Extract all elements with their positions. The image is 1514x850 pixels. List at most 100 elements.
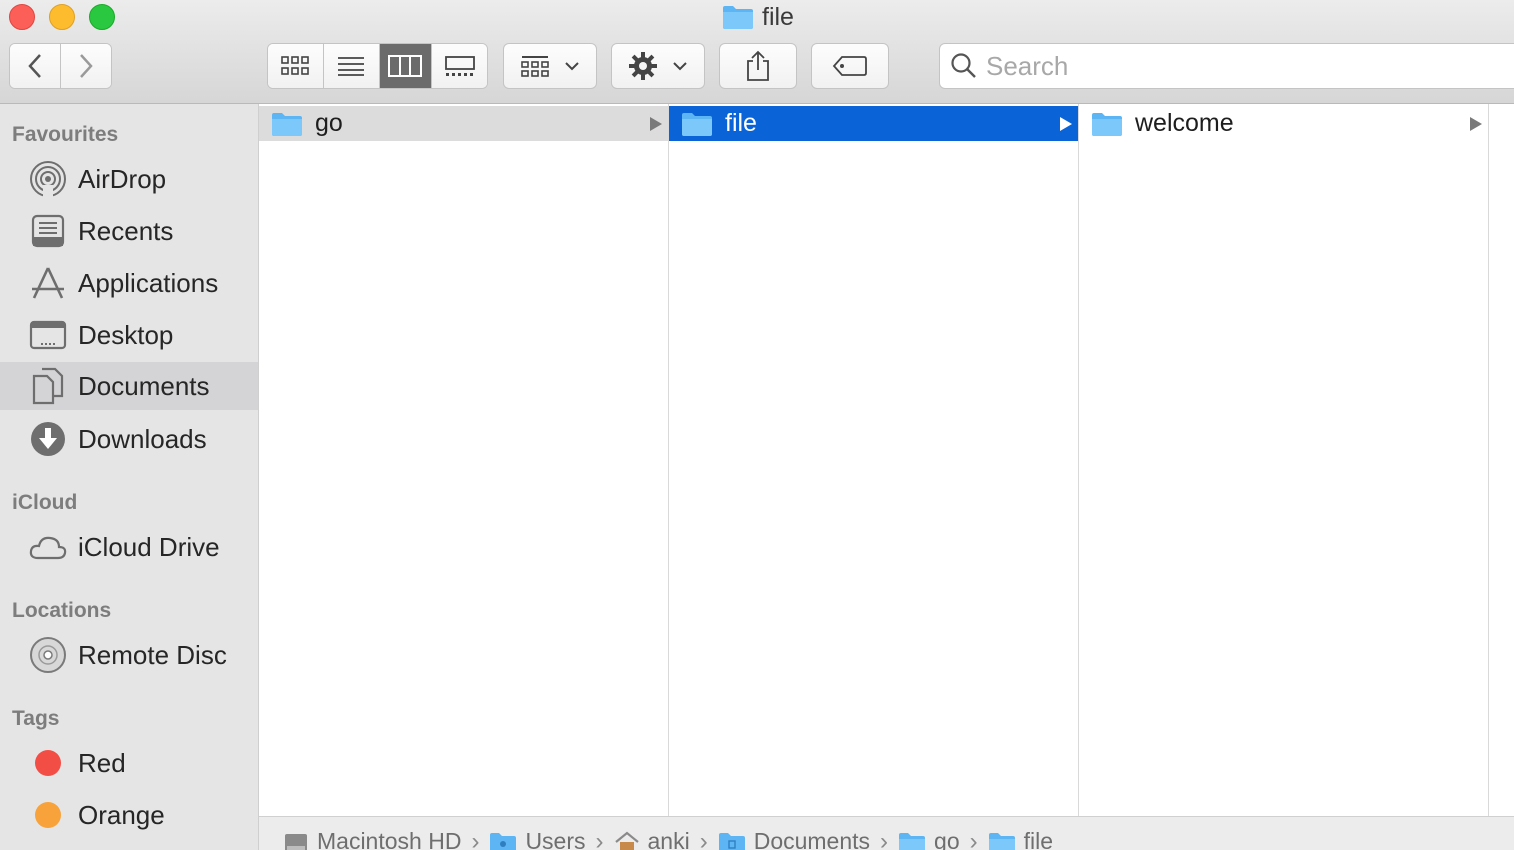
column-view-button[interactable] (379, 44, 433, 88)
path-segment-label: file (1023, 828, 1054, 850)
disc-icon (27, 634, 69, 676)
window-title-text: file (762, 2, 794, 31)
share-button[interactable] (719, 43, 797, 89)
folder-icon (272, 112, 302, 136)
action-menu-button[interactable] (611, 43, 705, 89)
path-segment-users[interactable]: Users (489, 817, 586, 850)
back-button[interactable] (10, 44, 61, 88)
recents-icon (27, 210, 69, 252)
sidebar-heading-locations: Locations (12, 599, 112, 622)
path-segment-label: Users (525, 828, 586, 850)
sidebar-item-applications[interactable]: Applications (0, 259, 258, 307)
browser-column-3: welcome (1079, 104, 1489, 816)
disclosure-arrow-icon (1060, 117, 1072, 131)
folder-row-go[interactable]: go (259, 106, 668, 141)
path-separator-icon: › (699, 827, 708, 850)
search-icon (951, 53, 976, 78)
path-segment-label: Documents (753, 828, 871, 850)
close-window-button[interactable] (9, 4, 35, 30)
sidebar-item-label: Orange (78, 799, 165, 830)
view-switcher (267, 43, 488, 89)
folder-row-file[interactable]: file (669, 106, 1078, 141)
chevron-down-icon (673, 62, 687, 71)
list-view-icon (338, 57, 365, 76)
path-segment-go[interactable]: go (898, 817, 960, 850)
desktop-icon (27, 314, 69, 356)
sidebar-item-label: Documents (78, 370, 210, 401)
tag-color-dot-icon (27, 742, 69, 784)
column-view-icon (388, 55, 423, 77)
documents-icon (27, 365, 69, 407)
path-segment-label: go (934, 828, 960, 850)
gallery-view-icon (444, 56, 475, 76)
sidebar-item-label: Downloads (78, 423, 207, 454)
search-input[interactable] (986, 50, 1486, 82)
browser-column-empty (1489, 104, 1514, 816)
share-icon (747, 50, 769, 81)
folder-icon (988, 832, 1015, 850)
list-view-button[interactable] (323, 44, 380, 88)
window-toolbar: file (0, 0, 1514, 104)
downloads-icon (27, 418, 69, 460)
home-icon (614, 831, 639, 850)
search-field[interactable] (939, 43, 1514, 89)
sidebar-item-documents[interactable]: Documents (0, 362, 258, 410)
browser-column-2: file (669, 104, 1079, 816)
folder-name: file (725, 109, 757, 137)
path-separator-icon: › (471, 827, 480, 850)
zoom-window-button[interactable] (89, 4, 115, 30)
sidebar-item-downloads[interactable]: Downloads (0, 415, 258, 463)
sidebar-item-desktop[interactable]: Desktop (0, 311, 258, 359)
window-title: file (722, 2, 794, 32)
folder-icon (1092, 112, 1122, 136)
sidebar-item-icloud-drive[interactable]: iCloud Drive (0, 523, 258, 571)
disclosure-arrow-icon (650, 117, 662, 131)
sidebar-item-label: Red (78, 747, 126, 778)
back-forward-control (9, 43, 112, 89)
group-by-button[interactable] (503, 43, 597, 89)
path-separator-icon: › (880, 827, 889, 850)
cloud-icon (27, 526, 69, 568)
tag-icon (832, 56, 867, 76)
folder-row-welcome[interactable]: welcome (1079, 106, 1488, 141)
sidebar-item-tag-red[interactable]: Red (0, 739, 258, 787)
sidebar-item-remote-disc[interactable]: Remote Disc (0, 631, 258, 679)
browser-column-1: go (259, 104, 669, 816)
chevron-down-icon (565, 62, 579, 71)
path-segment-label: Macintosh HD (317, 828, 462, 850)
folder-name: go (315, 109, 343, 137)
sidebar-item-label: Recents (78, 215, 174, 246)
forward-button[interactable] (60, 44, 111, 88)
icon-view-button[interactable] (268, 44, 324, 88)
path-segment-macintosh-hd[interactable]: Macintosh HD (283, 817, 462, 850)
chevron-left-icon (28, 54, 41, 78)
group-icon (521, 56, 549, 77)
hard-drive-icon (285, 833, 307, 850)
minimize-window-button[interactable] (49, 4, 75, 30)
folder-icon (682, 112, 712, 136)
disclosure-arrow-icon (1470, 117, 1482, 131)
sidebar-item-tag-orange[interactable]: Orange (0, 791, 258, 839)
sidebar-heading-tags: Tags (12, 707, 60, 730)
path-segment-anki[interactable]: anki (614, 817, 690, 850)
icon-view-icon (281, 56, 310, 75)
sidebar-item-label: iCloud Drive (78, 531, 220, 562)
users-folder-icon (490, 832, 517, 850)
sidebar-heading-icloud: iCloud (12, 491, 78, 514)
gear-icon (629, 52, 657, 80)
sidebar: Favourites AirDrop Recents Applications … (0, 104, 259, 850)
edit-tags-button[interactable] (811, 43, 889, 89)
path-segment-documents[interactable]: Documents (718, 817, 871, 850)
documents-folder-icon (718, 832, 745, 850)
path-segment-file[interactable]: file (988, 817, 1054, 850)
sidebar-item-recents[interactable]: Recents (0, 207, 258, 255)
gallery-view-button[interactable] (432, 44, 487, 88)
folder-icon (723, 6, 753, 29)
sidebar-item-label: Desktop (78, 319, 174, 350)
sidebar-heading-favourites: Favourites (12, 123, 119, 146)
sidebar-item-label: Remote Disc (78, 639, 227, 670)
folder-icon (899, 832, 926, 850)
path-bar: Macintosh HD › Users › anki › Documents … (259, 816, 1514, 850)
applications-icon (27, 262, 69, 304)
sidebar-item-airdrop[interactable]: AirDrop (0, 155, 258, 203)
